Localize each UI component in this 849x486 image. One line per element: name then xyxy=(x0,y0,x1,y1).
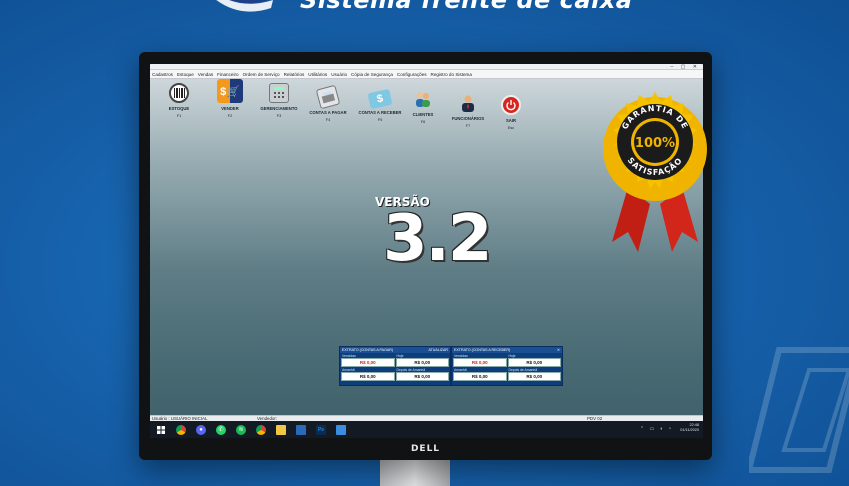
tool-key: F5 xyxy=(377,118,383,122)
cell-amanha: Amanhã R$ 0,00 xyxy=(453,368,507,381)
folder-icon[interactable] xyxy=(276,424,286,435)
cart-icon: $🛒 xyxy=(217,79,243,103)
menu-bar: Cadastros Estoque Vendas Financeiro Orde… xyxy=(150,70,703,79)
satisfaction-guarantee-seal: 100% GARANTIA DE SATISFAÇÃO xyxy=(603,92,707,252)
tool-key: Esc xyxy=(507,126,515,130)
menu-financeiro[interactable]: Financeiro xyxy=(217,72,238,77)
tool-key: F2 xyxy=(227,114,233,118)
menu-copia-seguranca[interactable]: Cópia de Segurança xyxy=(351,72,393,77)
cell-vencidas: Vencidas R$ 0,00 xyxy=(453,354,507,367)
page-headline: Sistema frente de caixa xyxy=(300,0,633,14)
cell-value: R$ 0,00 xyxy=(341,372,395,381)
tool-label: CLIENTES xyxy=(412,112,434,117)
menu-estoque[interactable]: Estoque xyxy=(177,72,194,77)
windows-start-icon[interactable] xyxy=(156,425,166,435)
panel-title: EXTRATO (CONTAS A PAGAR) xyxy=(342,348,394,352)
tool-key: F7 xyxy=(465,124,471,128)
tool-label: FUNCIONÁRIOS xyxy=(451,116,485,121)
menu-relatorios[interactable]: Relatórios xyxy=(284,72,305,77)
tool-label: CONTAS A PAGAR xyxy=(309,110,347,115)
clock-date: 01/11/2020 xyxy=(680,428,699,432)
tool-key: F1 xyxy=(176,114,182,118)
tool-contas-pagar[interactable]: CONTAS A PAGAR F4 xyxy=(302,84,354,122)
cell-value: R$ 0,00 xyxy=(453,372,507,381)
cell-hoje: Hoje R$ 0,00 xyxy=(395,354,449,367)
photoshop-icon[interactable]: Ps xyxy=(316,424,326,435)
watermark-icon xyxy=(749,347,849,473)
tool-vender[interactable]: $🛒 VENDER F2 xyxy=(204,79,256,118)
cell-value: R$ 0,00 xyxy=(453,358,507,367)
system-app-icon[interactable] xyxy=(336,424,346,435)
tool-gerenciamento[interactable]: GERENCIAMENTO F3 xyxy=(253,83,305,118)
close-icon[interactable]: ✕ xyxy=(557,348,560,352)
cell-vencidas: Vencidas R$ 0,00 xyxy=(341,354,395,367)
tool-key: F6 xyxy=(420,120,426,124)
monitor-brand-logo: DELL xyxy=(410,444,441,454)
calculator-icon xyxy=(269,83,289,103)
cash-register-icon xyxy=(315,84,341,110)
users-icon xyxy=(413,89,433,109)
tool-label: ESTOQUE xyxy=(168,106,190,111)
barcode-icon xyxy=(169,83,189,103)
tool-label: SAIR xyxy=(505,118,516,123)
menu-usuario[interactable]: Usuário xyxy=(331,72,347,77)
extract-panel-receber: EXTRATO (CONTAS A RECEBER) ✕ Vencidas R$… xyxy=(451,346,563,386)
extract-panel-pagar: EXTRATO (CONTAS A PAGAR) ATUALIZAR Venci… xyxy=(339,346,451,386)
brand-logo-icon xyxy=(216,0,273,12)
cell-hoje: Hoje R$ 0,00 xyxy=(507,354,561,367)
tool-label: GERENCIAMENTO xyxy=(260,106,298,111)
os-taskbar: ● ✆ ≋ Ps ⌃ ▭ ◖ ◔ 22:48 01/11/2020 xyxy=(150,421,703,438)
system-tray[interactable]: ⌃ ▭ ◖ ◔ xyxy=(640,426,673,432)
tool-estoque[interactable]: ESTOQUE F1 xyxy=(153,83,205,118)
spotify-icon[interactable]: ≋ xyxy=(236,424,246,435)
tool-key: F4 xyxy=(325,118,331,122)
menu-utilitarios[interactable]: Utilitários xyxy=(308,72,327,77)
cell-depois: Depois de Amanhã R$ 0,00 xyxy=(395,368,449,381)
menu-registro-sistema[interactable]: Registro do Sistema xyxy=(431,72,472,77)
menu-ordem-servico[interactable]: Ordem de Serviço xyxy=(243,72,280,77)
discord-icon[interactable]: ● xyxy=(196,424,206,435)
monitor-stand xyxy=(380,460,450,486)
employee-icon xyxy=(458,93,478,113)
cell-value: R$ 0,00 xyxy=(341,358,395,367)
seal-center-text: 100% xyxy=(635,136,675,151)
tool-label: VENDER xyxy=(221,106,239,111)
tool-label: CONTAS A RECEBER xyxy=(358,110,402,115)
panel-title: EXTRATO (CONTAS A RECEBER) xyxy=(454,348,511,352)
cell-value: R$ 0,00 xyxy=(395,372,449,381)
cell-value: R$ 0,00 xyxy=(507,358,561,367)
cell-value: R$ 0,00 xyxy=(507,372,561,381)
power-icon xyxy=(501,95,521,115)
whatsapp-icon[interactable]: ✆ xyxy=(216,424,226,435)
taskbar-clock[interactable]: 22:48 01/11/2020 xyxy=(680,423,699,433)
cell-value: R$ 0,00 xyxy=(395,358,449,367)
tool-sair[interactable]: SAIR Esc xyxy=(485,95,537,130)
menu-cadastros[interactable]: Cadastros xyxy=(152,72,173,77)
cell-amanha: Amanhã R$ 0,00 xyxy=(341,368,395,381)
chrome-icon[interactable] xyxy=(176,424,186,435)
cell-depois: Depois de Amanhã R$ 0,00 xyxy=(507,368,561,381)
menu-configuracoes[interactable]: Configurações xyxy=(397,72,427,77)
refresh-button[interactable]: ATUALIZAR xyxy=(428,348,448,352)
chrome-icon-2[interactable] xyxy=(256,424,266,435)
version-number: 3.2 xyxy=(383,202,492,276)
money-icon: $ xyxy=(367,88,393,110)
app-icon[interactable] xyxy=(296,424,306,435)
menu-vendas[interactable]: Vendas xyxy=(198,72,213,77)
tool-key: F3 xyxy=(276,114,282,118)
